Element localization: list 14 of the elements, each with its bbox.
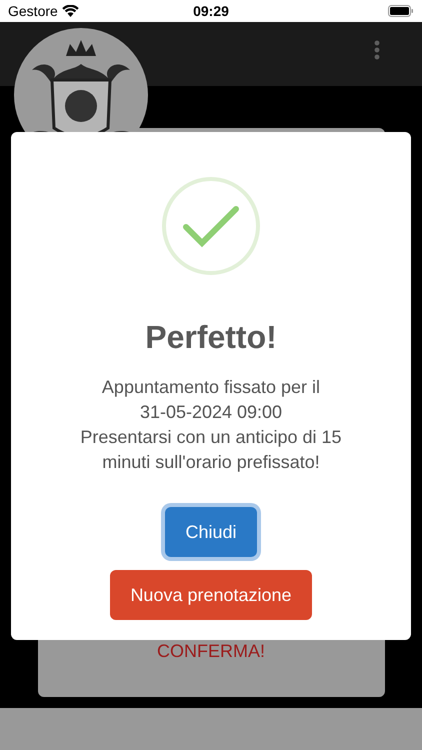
carrier-name: Gestore <box>8 2 58 20</box>
more-options-icon[interactable] <box>374 40 380 60</box>
dialog-message-line: 31-05-2024 09:00 <box>140 401 282 424</box>
dialog-message-line: minuti sull'orario prefissato! <box>102 451 320 474</box>
confirm-link[interactable]: CONFERMA! <box>157 638 265 665</box>
dialog-title: Perfetto! <box>145 318 277 357</box>
dialog-message-line: Appuntamento fissato per il <box>102 376 320 399</box>
checkmark-icon <box>162 177 260 275</box>
clock-time: 09:29 <box>193 2 229 20</box>
battery-icon <box>388 5 414 17</box>
dialog-message-line: Presentarsi con un anticipo di 15 <box>80 426 342 449</box>
wifi-icon <box>62 5 79 17</box>
new-booking-button[interactable]: Nuova prenotazione <box>110 570 312 620</box>
close-button[interactable]: Chiudi <box>165 507 257 557</box>
